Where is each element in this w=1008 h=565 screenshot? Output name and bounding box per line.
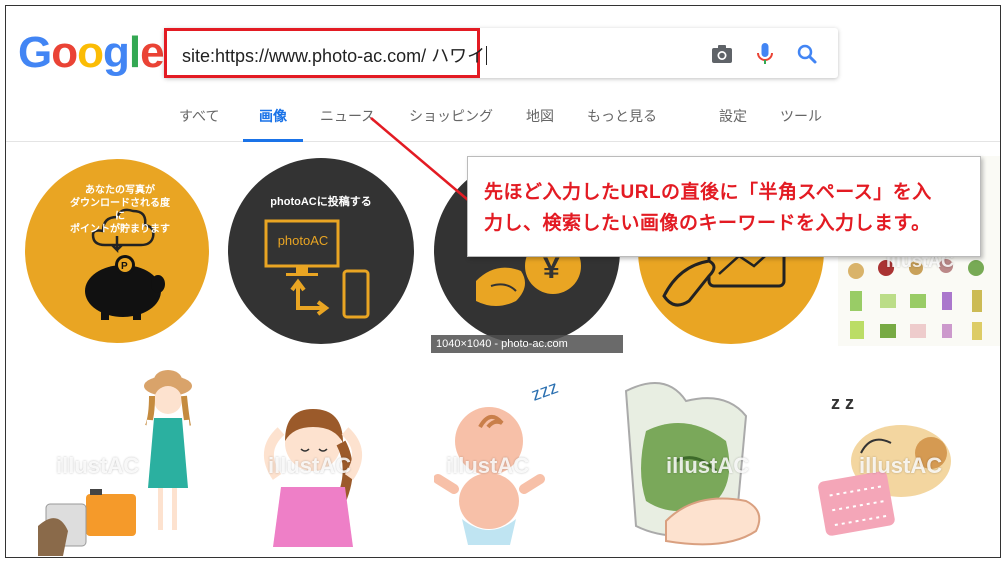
tile-caption-post: photoACに投稿する xyxy=(270,196,372,208)
tab-images[interactable]: 画像 xyxy=(259,106,287,126)
text-caret xyxy=(486,46,488,65)
active-tab-indicator xyxy=(243,139,303,142)
callout-line-1: 先ほど入力したURLの直後に「半角スペース」を入 xyxy=(484,182,932,203)
search-tabs: すべて 画像 ニュース ショッピング 地図 もっと見る 設定 ツール xyxy=(6,102,1000,142)
tab-news[interactable]: ニュース xyxy=(320,106,375,126)
instruction-callout: 先ほど入力したURLの直後に「半角スペース」を入 力し、検索したい画像のキーワー… xyxy=(467,156,981,257)
search-query-text: site:https://www.photo-ac.com/ ハワイ xyxy=(182,46,486,66)
search-input[interactable]: site:https://www.photo-ac.com/ ハワイ xyxy=(182,42,488,68)
camera-icon[interactable] xyxy=(709,41,735,67)
tab-maps[interactable]: 地図 xyxy=(526,106,554,126)
watermark-salad: illustAC xyxy=(666,453,750,478)
callout-line-2: 力し、検索したい画像のキーワードを入力します。 xyxy=(484,213,931,234)
tab-settings[interactable]: 設定 xyxy=(719,106,747,126)
logo-letter: e xyxy=(140,28,165,77)
image-dimension-tag: 1040×1040 - photo-ac.com xyxy=(431,335,623,353)
result-image-photoac-upload[interactable] xyxy=(226,156,416,346)
logo-letter: o xyxy=(77,28,104,77)
svg-text:zzz: zzz xyxy=(529,377,561,405)
logo-letter: g xyxy=(103,28,130,77)
tab-all[interactable]: すべて xyxy=(179,106,219,126)
tile-caption-points: あなたの写真が ダウンロードされる度に ポイントが貯まります xyxy=(70,185,170,235)
svg-text:P: P xyxy=(121,261,128,272)
callout-text: 先ほど入力したURLの直後に「半角スペース」を入 力し、検索したい画像のキーワー… xyxy=(484,177,974,239)
watermark-baby: illustAC xyxy=(446,453,530,478)
tab-more[interactable]: もっと見る xyxy=(587,106,657,126)
tab-shopping[interactable]: ショッピング xyxy=(409,106,493,126)
logo-letter: G xyxy=(18,28,52,77)
logo-letter: l xyxy=(128,28,141,77)
svg-text:z z: z z xyxy=(831,393,854,413)
watermark-traveler: illustAC xyxy=(56,453,140,478)
watermark-sheep: illustAC xyxy=(859,453,943,478)
watermark-stretching: illustAC xyxy=(268,453,352,478)
search-icon[interactable] xyxy=(794,41,820,67)
google-logo[interactable]: Google xyxy=(18,28,165,78)
screenshot-frame: Google site:https://www.photo-ac.com/ ハワ… xyxy=(5,5,1001,558)
tab-tools[interactable]: ツール xyxy=(780,106,822,126)
tile-screen-label: photoAC xyxy=(277,233,329,248)
google-header: Google site:https://www.photo-ac.com/ ハワ… xyxy=(6,6,1000,142)
search-box[interactable]: site:https://www.photo-ac.com/ ハワイ xyxy=(164,28,838,78)
microphone-icon[interactable] xyxy=(752,41,778,67)
logo-letter: o xyxy=(51,28,78,77)
